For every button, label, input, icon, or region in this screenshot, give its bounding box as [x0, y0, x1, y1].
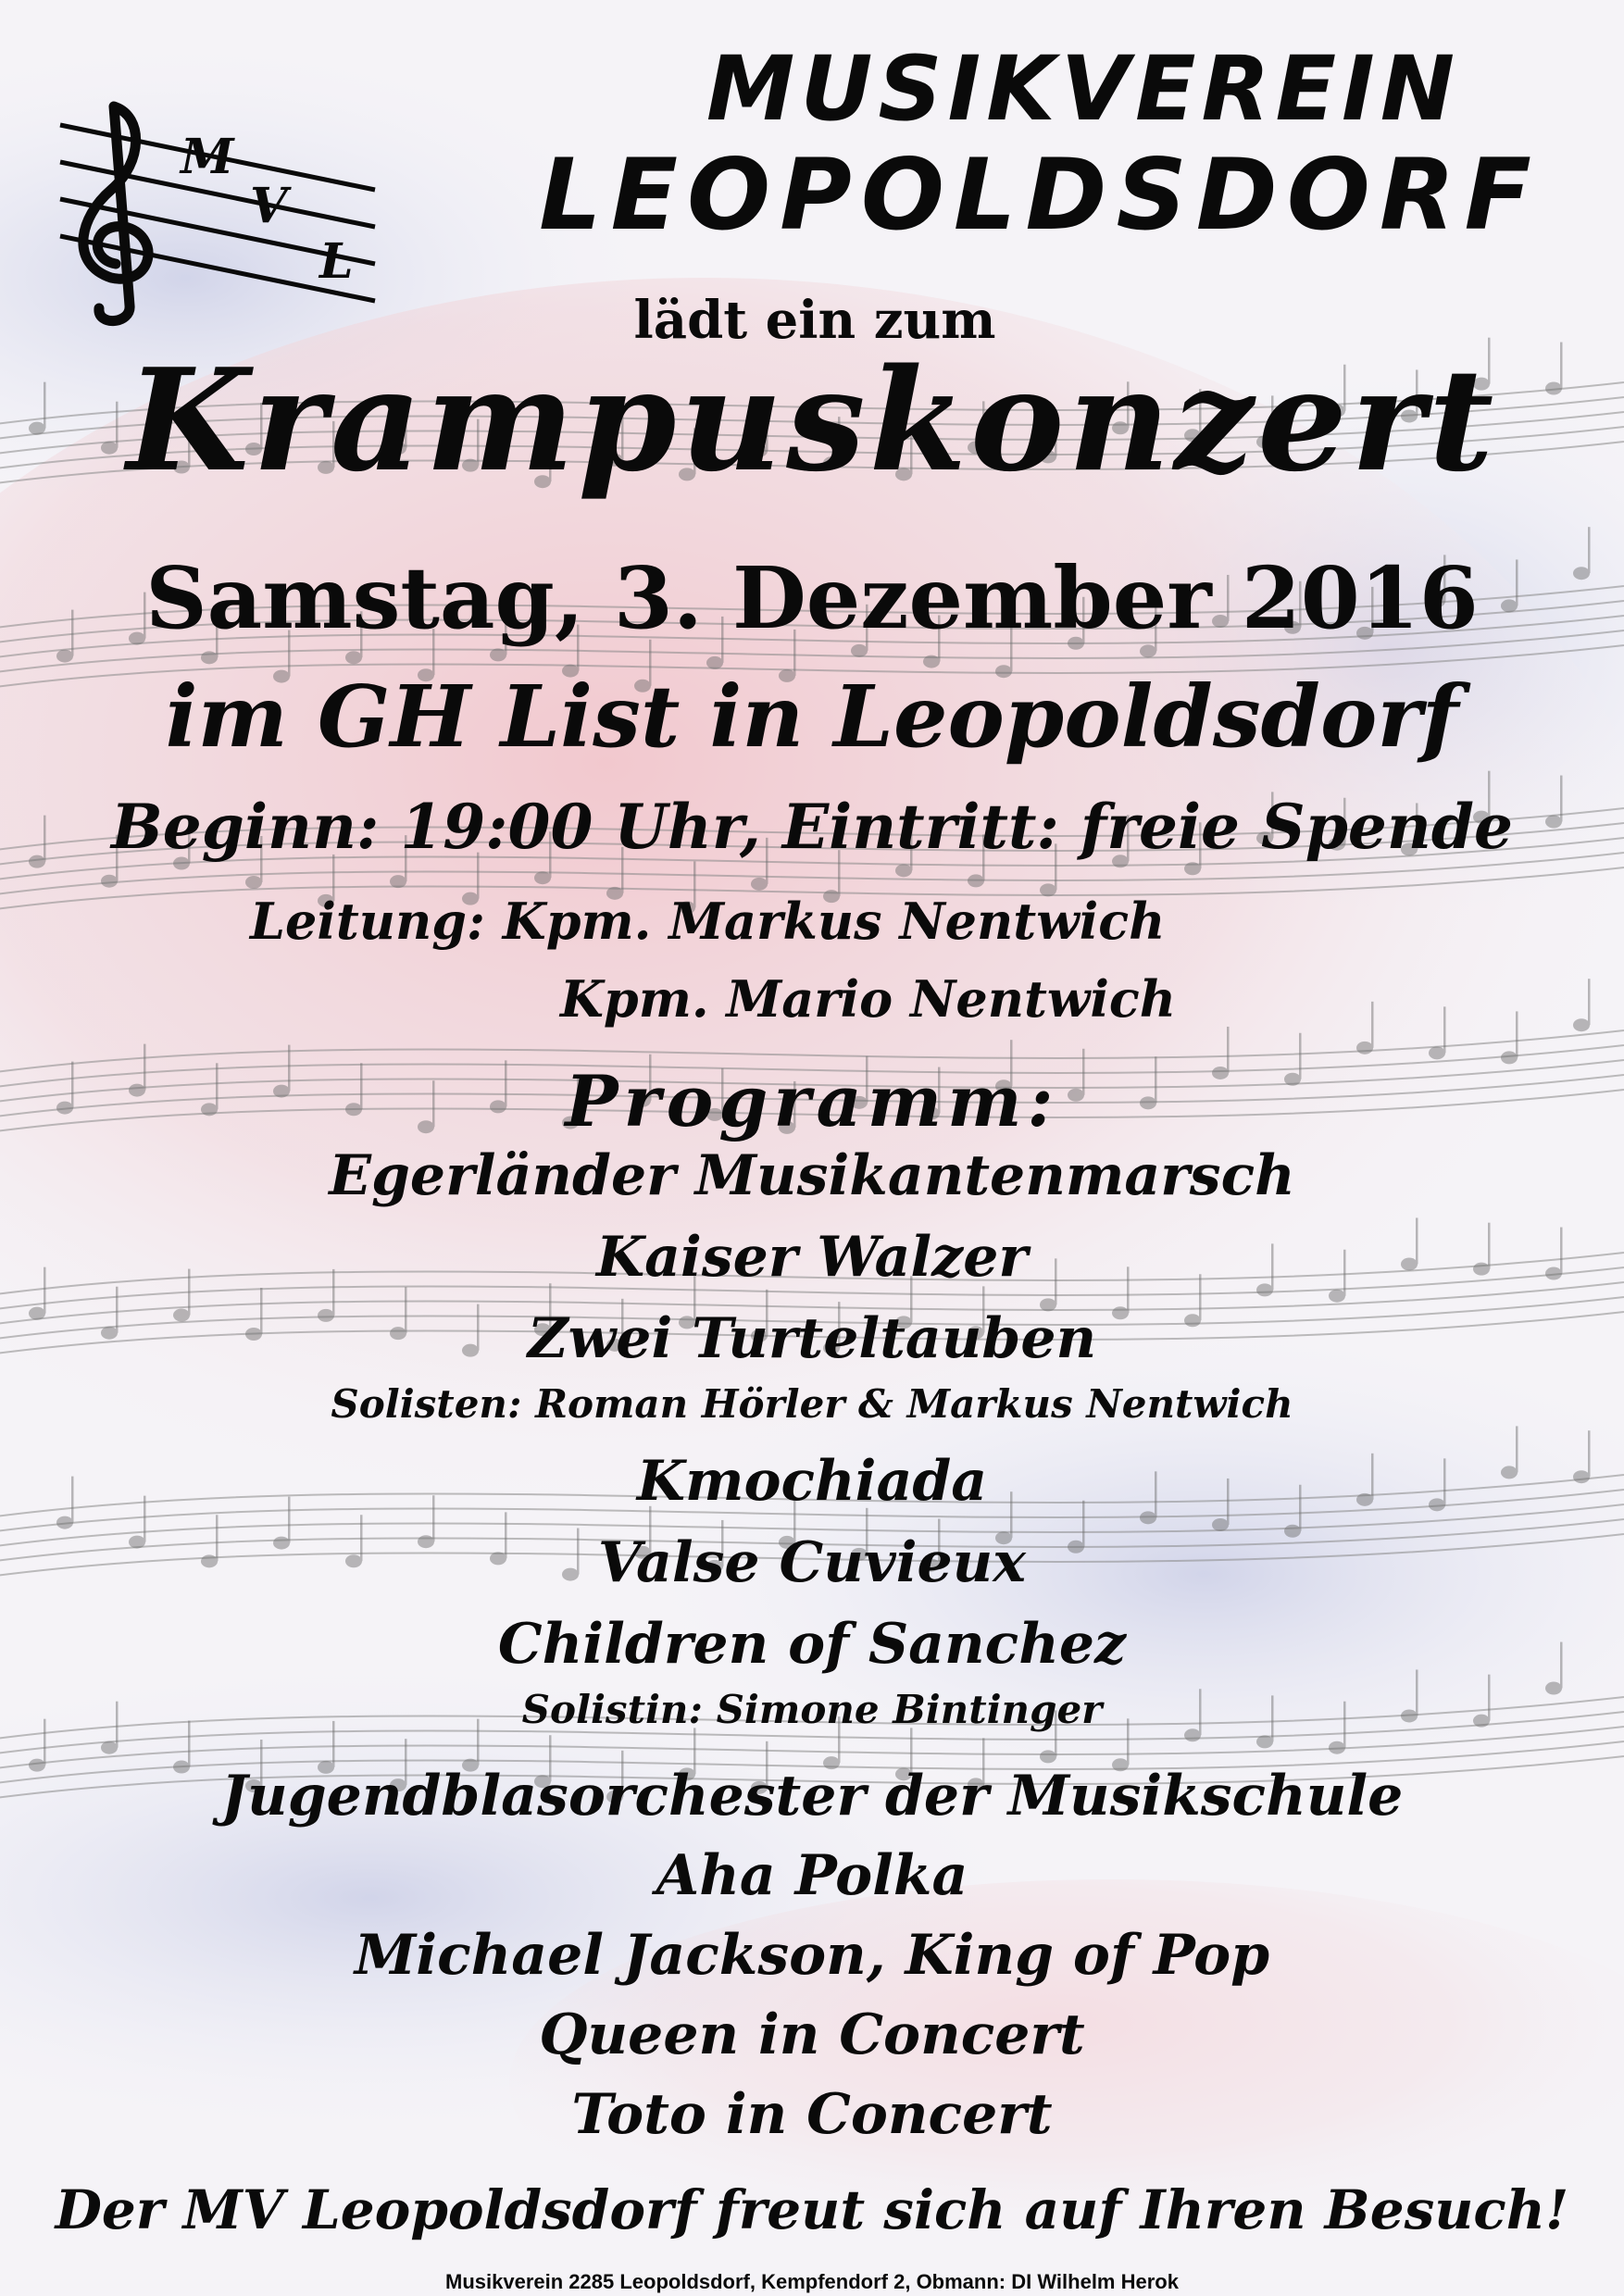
closing-line: Der MV Leopoldsdorf freut sich auf Ihren…: [55, 2178, 1569, 2241]
program-item: Michael Jackson, King of Pop: [354, 1923, 1270, 1988]
event-title: Krampuskonzert: [126, 337, 1498, 503]
footer-address: Musikverein 2285 Leopoldsdorf, Kempfendo…: [445, 2270, 1179, 2293]
program-item: Toto in Concert: [571, 2082, 1053, 2147]
program-heading: Programm:: [565, 1060, 1059, 1142]
program-item: Zwei Turteltauben: [527, 1306, 1097, 1371]
program-item: Valse Cuvieux: [597, 1530, 1027, 1595]
club-name-line1: MUSIKVEREIN: [706, 37, 1461, 141]
program-item: Queen in Concert: [539, 2003, 1085, 2067]
youth-orchestra: Jugendblasorchester der Musikschule: [220, 1764, 1404, 1828]
club-name-line2: LEOPOLDSDORF: [539, 138, 1541, 252]
program-item: Kaiser Walzer: [596, 1225, 1028, 1290]
program-item: Kmochiada: [636, 1449, 988, 1514]
conductor-2: Kpm. Mario Nentwich: [560, 969, 1177, 1029]
event-venue: im GH List in Leopoldsdorf: [165, 667, 1459, 767]
program-soloist: Solistin: Simone Bintinger: [521, 1687, 1103, 1732]
program-item: Aha Polka: [656, 1843, 968, 1908]
program-soloists: Solisten: Roman Hörler & Markus Nentwich: [331, 1381, 1293, 1427]
poster-content: MUSIKVEREIN LEOPOLDSDORF lädt ein zum Kr…: [0, 0, 1624, 2296]
program-item: Children of Sanchez: [497, 1612, 1127, 1677]
event-date: Samstag, 3. Dezember 2016: [145, 548, 1479, 648]
start-and-admission: Beginn: 19:00 Uhr, Eintritt: freie Spend…: [111, 791, 1513, 863]
conductor-1: Leitung: Kpm. Markus Nentwich: [250, 892, 1166, 951]
program-item: Egerländer Musikantenmarsch: [329, 1143, 1295, 1208]
